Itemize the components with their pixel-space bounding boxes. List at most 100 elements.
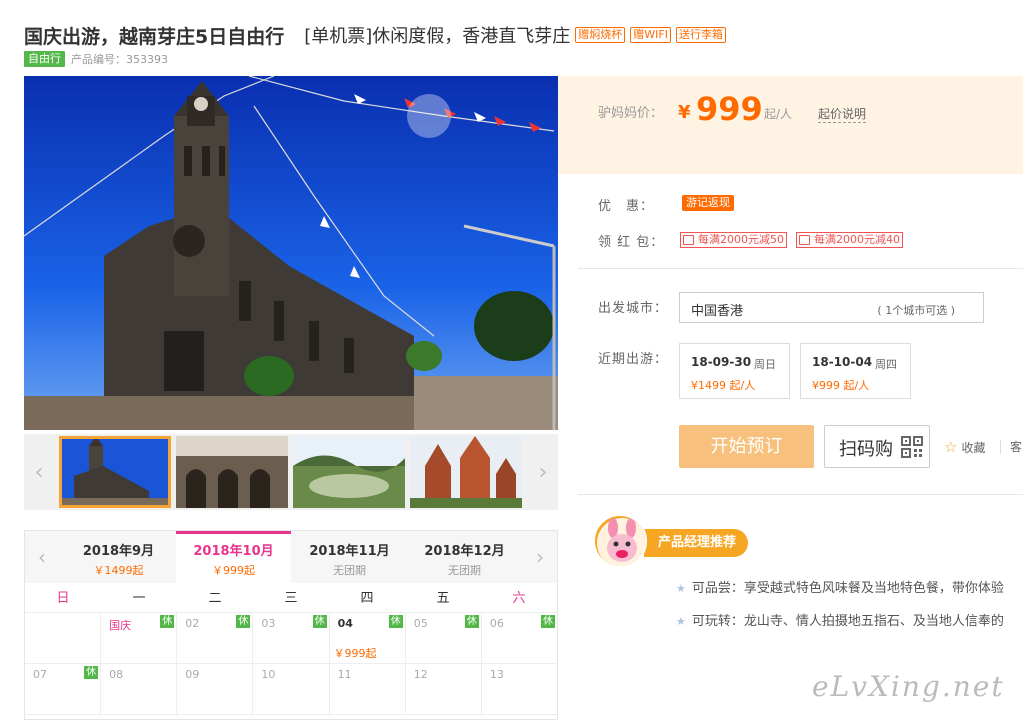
recommend-item-1: ★ 可玩转：龙山寺、情人拍摄地五指石、及当地人信奉的 (676, 610, 1004, 629)
day-number: 国庆 (109, 619, 132, 632)
calendar-week-row: 国庆 休 02 休 03 休 04 休 ￥999起 05 休 06 休 (25, 613, 557, 664)
product-code: 产品编号：353393 (71, 53, 168, 66)
rest-day-badge: 休 (84, 666, 99, 679)
day-number: 10 (261, 668, 276, 681)
calendar-day-cell: 09 (177, 664, 254, 714)
day-number: 04 (337, 617, 353, 630)
calendar-day-cell: 05 休 (406, 613, 482, 663)
weekday-sun: 日 (56, 591, 70, 606)
weekday-fri: 五 (436, 591, 450, 606)
month-tab-0[interactable]: 2018年9月 ￥1499起 (61, 531, 176, 583)
calendar-day-cell: 10 (253, 664, 330, 714)
site-watermark: eLvXing.net (812, 670, 1005, 703)
rest-day-badge: 休 (388, 615, 403, 628)
start-booking-button[interactable]: 开始预订 (679, 425, 814, 468)
month-price: 无团期 (333, 564, 366, 577)
calendar-day-cell: 02 休 (177, 613, 254, 663)
star-bullet-icon: ★ (676, 615, 686, 628)
date-value: 18-09-30 (691, 355, 752, 369)
weekday-thu: 四 (360, 591, 374, 606)
calendar-day-cell: 13 (482, 664, 557, 714)
product-title: 国庆出游，越南芽庄5日自由行 (24, 25, 285, 48)
chevron-right-icon: › (538, 459, 548, 485)
coupon-0[interactable]: 每满2000元减50 (680, 232, 787, 248)
manager-recommend-badge: 产品经理推荐 (644, 529, 749, 557)
departure-city-select[interactable]: 中国香港 ( 1个城市可选 ) (679, 292, 984, 323)
calendar-day-cell: 08 (101, 664, 178, 714)
coupon-text: 每满2000元减50 (698, 233, 784, 246)
recommend-item-0: ★ 可品尝：享受越式特色风味餐及当地特色餐，带你体验 (676, 577, 1004, 596)
weekday-wed: 三 (284, 591, 298, 606)
day-number: 03 (261, 617, 276, 630)
coupon-1[interactable]: 每满2000元减40 (796, 232, 903, 248)
calendar-day-cell (25, 613, 102, 663)
discount-label: 优 惠： (598, 199, 655, 214)
price-unit: 起/人 (764, 107, 793, 121)
favorite-button[interactable]: ☆ 收藏 (944, 438, 985, 456)
calendar-day-cell: 11 (330, 664, 406, 714)
calendar-day-cell[interactable]: 04 休 ￥999起 (330, 613, 406, 663)
calendar-next-button[interactable]: › (523, 531, 557, 583)
thumb-1[interactable] (176, 436, 288, 508)
gift-tag-1: 赠WIFI (630, 27, 671, 43)
thumb-cathedral-image (59, 436, 171, 508)
divider (578, 494, 1023, 495)
calendar-day-cell: 12 (406, 664, 482, 714)
chevron-left-icon: ‹ (34, 459, 44, 485)
thumb-0[interactable] (59, 436, 171, 508)
weekday-header: 日 一 二 三 四 五 六 (25, 585, 557, 613)
calendar-day-cell: 03 休 (253, 613, 330, 663)
share-button[interactable]: 客 (1000, 440, 1022, 454)
day-number: 11 (337, 668, 352, 681)
price-label: 驴妈妈价： (598, 106, 664, 121)
calendar-week-row: 07 休 08 09 10 11 12 13 (25, 664, 557, 715)
recommend-text: 可玩转：龙山寺、情人拍摄地五指石、及当地人信奉的 (691, 614, 1004, 629)
donkey-mascot-avatar (593, 514, 647, 568)
main-photo[interactable] (24, 76, 558, 430)
date-price: ¥999 起/人 (812, 379, 870, 392)
month-tab-3[interactable]: 2018年12月 无团期 (407, 531, 522, 583)
cathedral-photo (24, 76, 558, 430)
month-name: 2018年9月 (82, 544, 155, 559)
favorite-label: 收藏 (961, 440, 986, 455)
recent-date-0[interactable]: 18-09-30 周日 ¥1499 起/人 (679, 343, 790, 399)
month-tab-2[interactable]: 2018年11月 无团期 (292, 531, 407, 583)
price-explain-link[interactable]: 起价说明 (818, 105, 867, 123)
calendar-prev-button[interactable]: ‹ (25, 531, 59, 583)
thumb-3[interactable] (410, 436, 522, 508)
day-number: 06 (489, 617, 504, 630)
thumb-2[interactable] (293, 436, 405, 508)
thumb-hot-spring-image (293, 436, 405, 508)
departure-label: 出发城市： (598, 301, 669, 316)
star-bullet-icon: ★ (676, 582, 686, 595)
recent-date-1[interactable]: 18-10-04 周四 ¥999 起/人 (800, 343, 911, 399)
thumb-cham-towers-image (410, 436, 522, 508)
month-price: ￥1499起 (93, 564, 144, 577)
day-number: 08 (109, 668, 124, 681)
month-price: ￥999起 (212, 564, 255, 577)
departure-calendar: ‹ 2018年9月 ￥1499起 2018年10月 ￥999起 2018年11月… (24, 530, 558, 720)
month-tab-1[interactable]: 2018年10月 ￥999起 (176, 531, 291, 583)
rest-day-badge: 休 (160, 615, 175, 628)
gift-tag-2: 送行李箱 (675, 27, 726, 43)
scan-to-buy-button[interactable]: 扫码购 (824, 425, 930, 468)
price-currency: ¥ (678, 102, 691, 123)
rest-day-badge: 休 (312, 615, 327, 628)
scan-button-label: 扫码购 (839, 439, 893, 460)
gift-tag-0: 赠焖烧杯 (575, 27, 626, 43)
rest-day-badge: 休 (540, 615, 555, 628)
departure-city-count: ( 1个城市可选 ) (877, 304, 955, 317)
price-panel: 驴妈妈价： ¥ 999 起/人 起价说明 (558, 76, 1023, 174)
coupon-icon (683, 235, 694, 245)
recent-label: 近期出游： (598, 352, 669, 367)
thumb-prev-button[interactable]: ‹ (24, 434, 54, 510)
date-price: ¥1499 起/人 (691, 379, 756, 392)
sub-row: 自由行 产品编号：353393 (24, 51, 168, 67)
chevron-right-icon: › (536, 545, 544, 569)
chevron-left-icon: ‹ (38, 545, 46, 569)
qr-code-icon (901, 436, 923, 458)
title-row: 国庆出游，越南芽庄5日自由行 [单机票]休闲度假，香港直飞芽庄 赠焖烧杯 赠WI… (24, 20, 726, 50)
date-value: 18-10-04 (812, 355, 873, 369)
mascot-icon (597, 518, 645, 566)
thumb-next-button[interactable]: › (528, 434, 558, 510)
